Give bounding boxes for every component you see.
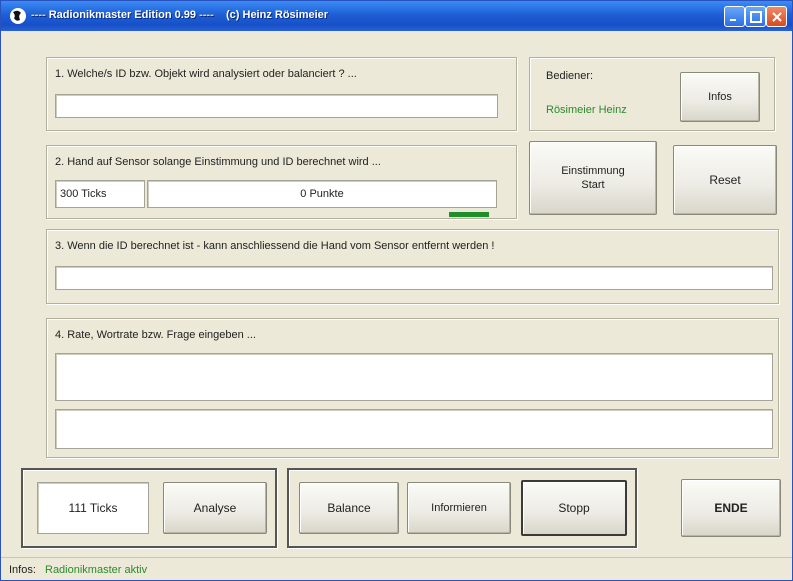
maximize-icon bbox=[750, 11, 762, 23]
minimize-button[interactable] bbox=[724, 6, 745, 27]
section-2-group: 2. Hand auf Sensor solange Einstimmung u… bbox=[46, 145, 517, 219]
status-label: Infos: bbox=[9, 564, 36, 576]
points-label: 0 Punkte bbox=[300, 188, 344, 200]
title-separator: ---- bbox=[199, 9, 214, 21]
title-bar[interactable]: ---- Radionikmaster Edition 0.99 ---- (c… bbox=[1, 1, 792, 31]
stopp-button[interactable]: Stopp bbox=[521, 480, 627, 536]
rate-input[interactable] bbox=[55, 353, 773, 401]
tuning-start-line1: Einstimmung bbox=[561, 165, 625, 177]
id-result-input[interactable] bbox=[55, 266, 773, 290]
section-4-label: 4. Rate, Wortrate bzw. Frage eingeben ..… bbox=[55, 329, 256, 341]
section-3-group: 3. Wenn die ID berechnet ist - kann ansc… bbox=[46, 229, 779, 304]
progress-fill bbox=[449, 212, 489, 217]
title-prefix: ---- bbox=[31, 9, 46, 21]
title-main: Radionikmaster Edition 0.99 bbox=[48, 9, 197, 21]
ende-button[interactable]: ENDE bbox=[681, 479, 781, 537]
tuning-start-line2: Start bbox=[581, 179, 605, 191]
minimize-icon bbox=[730, 19, 736, 21]
balance-button[interactable]: Balance bbox=[299, 482, 399, 534]
operator-label: Bediener: bbox=[546, 70, 594, 82]
section-2-label: 2. Hand auf Sensor solange Einstimmung u… bbox=[55, 156, 381, 168]
section-1-group: 1. Welche/s ID bzw. Objekt wird analysie… bbox=[46, 57, 517, 131]
operator-group: Bediener: Rösimeier Heinz Infos bbox=[529, 57, 775, 131]
maximize-button[interactable] bbox=[745, 6, 766, 27]
object-id-input[interactable] bbox=[55, 94, 498, 118]
status-value: Radionikmaster aktiv bbox=[45, 564, 148, 576]
section-3-label: 3. Wenn die ID berechnet ist - kann ansc… bbox=[55, 240, 495, 252]
analyse-group: 111 Ticks Analyse bbox=[21, 468, 277, 548]
close-icon bbox=[772, 12, 782, 22]
section-1-label: 1. Welche/s ID bzw. Objekt wird analysie… bbox=[55, 68, 357, 80]
progress-bar: 0 Punkte bbox=[147, 180, 497, 208]
balance-group: Balance Informieren Stopp bbox=[287, 468, 637, 548]
informieren-button[interactable]: Informieren bbox=[407, 482, 511, 534]
app-window: ---- Radionikmaster Edition 0.99 ---- (c… bbox=[0, 0, 793, 581]
reset-button[interactable]: Reset bbox=[673, 145, 777, 215]
ticks-counter: 111 Ticks bbox=[37, 482, 149, 534]
window-title: ---- Radionikmaster Edition 0.99 ---- (c… bbox=[31, 9, 328, 21]
question-input[interactable] bbox=[55, 409, 773, 449]
operator-name: Rösimeier Heinz bbox=[546, 104, 627, 116]
analyse-button[interactable]: Analyse bbox=[163, 482, 267, 534]
status-bar: Infos: Radionikmaster aktiv bbox=[1, 557, 792, 580]
title-credit: (c) Heinz Rösimeier bbox=[226, 9, 329, 21]
app-icon bbox=[9, 7, 27, 25]
section-4-group: 4. Rate, Wortrate bzw. Frage eingeben ..… bbox=[46, 318, 779, 458]
tuning-start-button[interactable]: Einstimmung Start bbox=[529, 141, 657, 215]
infos-button[interactable]: Infos bbox=[680, 72, 760, 122]
ticks-display: 300 Ticks bbox=[55, 180, 145, 208]
close-button[interactable] bbox=[766, 6, 787, 27]
